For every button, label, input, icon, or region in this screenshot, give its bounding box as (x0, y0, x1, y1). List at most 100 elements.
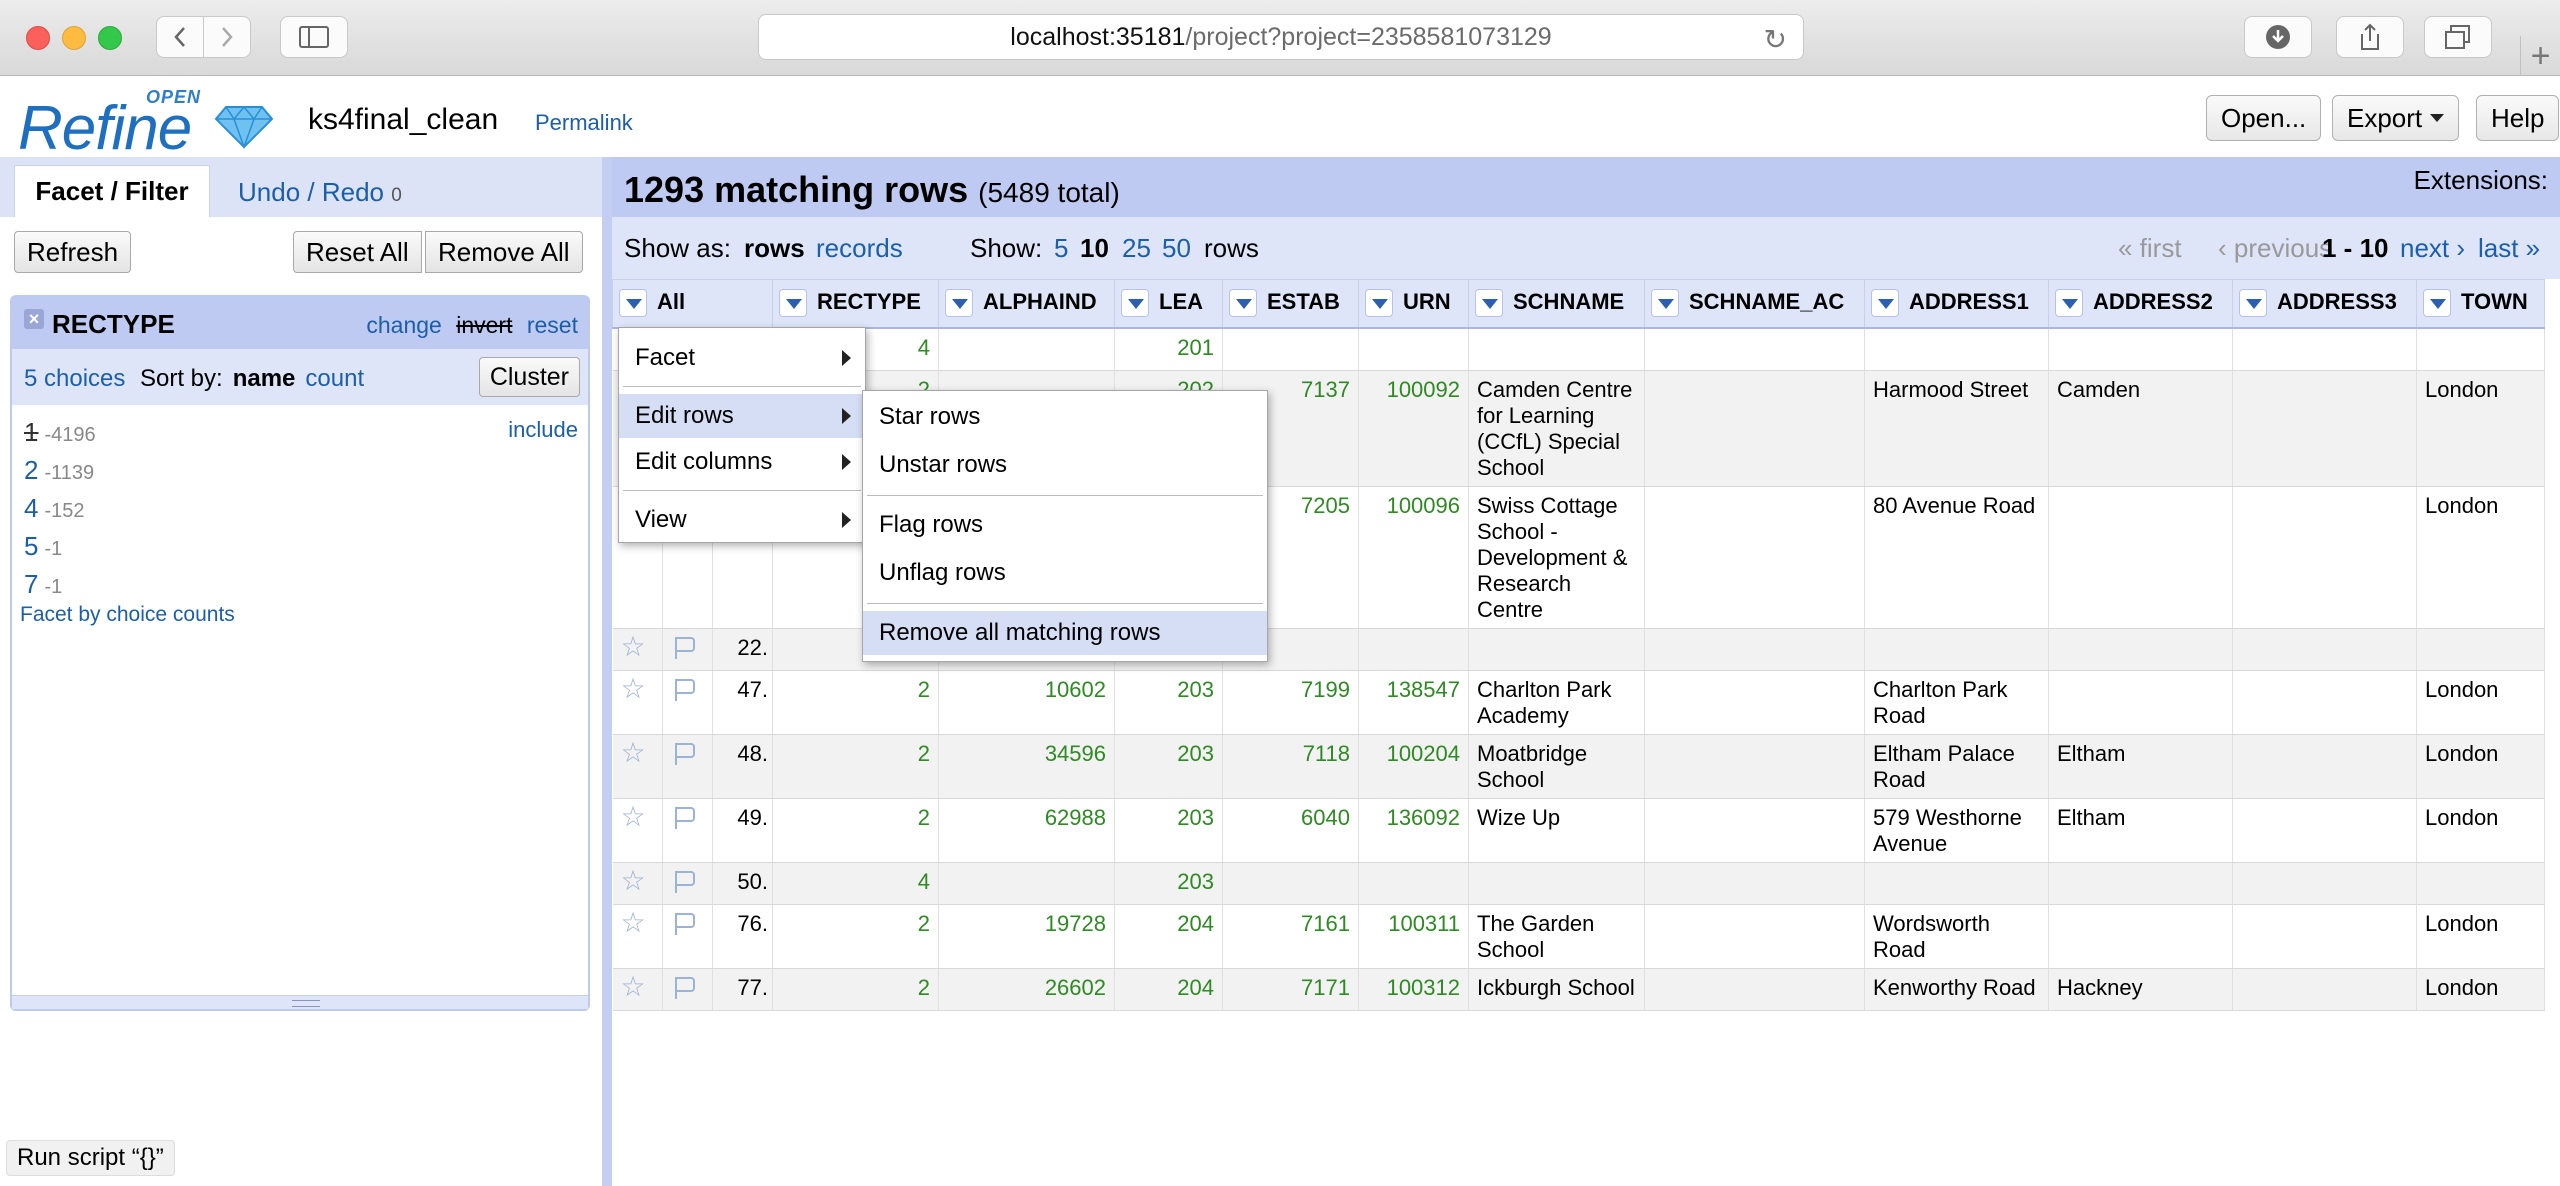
facet-choice-5[interactable]: 5 -1 (24, 531, 62, 562)
cell-estab[interactable]: 6040 (1222, 798, 1359, 863)
facet-choice-4[interactable]: 4 -152 (24, 493, 85, 524)
cell-address1[interactable]: Eltham Palace Road (1864, 734, 2049, 799)
page-size-50[interactable]: 50 (1162, 233, 1191, 264)
flag-icon[interactable] (671, 805, 699, 829)
cell-estab[interactable] (1222, 862, 1359, 905)
page-size-5[interactable]: 5 (1054, 233, 1068, 264)
cell-estab[interactable]: 7118 (1222, 734, 1359, 799)
cell-address3[interactable] (2232, 327, 2417, 371)
column-header-town[interactable]: TOWN (2416, 279, 2545, 329)
cell-town[interactable] (2416, 628, 2545, 671)
dropdown-icon[interactable] (2239, 289, 2267, 318)
mode-rows[interactable]: rows (744, 233, 805, 264)
dropdown-icon[interactable] (619, 289, 647, 318)
close-window-button[interactable] (26, 26, 50, 50)
cell-urn[interactable] (1358, 862, 1469, 905)
cell-urn[interactable]: 100311 (1358, 904, 1469, 969)
cell-town[interactable]: London (2416, 370, 2545, 487)
cell-address1[interactable]: Wordsworth Road (1864, 904, 2049, 969)
column-header-urn[interactable]: URN (1358, 279, 1469, 329)
column-header-schname[interactable]: SCHNAME (1468, 279, 1645, 329)
facet-choice-2[interactable]: 2 -1139 (24, 455, 94, 486)
cell-rectype[interactable]: 2 (772, 734, 939, 799)
cell-schname[interactable]: Charlton Park Academy (1468, 670, 1645, 735)
panel-divider[interactable] (602, 157, 612, 1186)
cell-schname-ac[interactable] (1644, 670, 1865, 735)
star-icon[interactable]: ☆ (621, 801, 646, 832)
menu-item-unflag-rows[interactable]: Unflag rows (863, 551, 1267, 595)
page-size-10[interactable]: 10 (1080, 233, 1109, 264)
address-bar[interactable]: localhost:35181/project?project=23585810… (758, 14, 1804, 60)
include-link[interactable]: include (508, 417, 578, 443)
column-header-address3[interactable]: ADDRESS3 (2232, 279, 2417, 329)
page-size-25[interactable]: 25 (1122, 233, 1151, 264)
cell-address3[interactable] (2232, 798, 2417, 863)
flag-icon[interactable] (671, 911, 699, 935)
cell-address2[interactable] (2048, 670, 2233, 735)
cell-town[interactable] (2416, 327, 2545, 371)
dropdown-icon[interactable] (1871, 289, 1899, 318)
cell-schname[interactable] (1468, 862, 1645, 905)
column-header-schname-ac[interactable]: SCHNAME_AC (1644, 279, 1865, 329)
flag-icon[interactable] (671, 975, 699, 999)
cell-schname-ac[interactable] (1644, 486, 1865, 629)
reload-icon[interactable]: ↻ (1764, 23, 1787, 56)
cell-address1[interactable]: 579 Westhorne Avenue (1864, 798, 2049, 863)
cell-schname-ac[interactable] (1644, 968, 1865, 1011)
cell-town[interactable]: London (2416, 670, 2545, 735)
column-header-all[interactable]: All (612, 279, 773, 329)
remove-all-button[interactable]: Remove All (425, 231, 583, 273)
cell-address3[interactable] (2232, 486, 2417, 629)
facet-by-choice-counts-link[interactable]: Facet by choice counts (20, 603, 235, 627)
cell-address3[interactable] (2232, 628, 2417, 671)
cell-estab[interactable]: 7199 (1222, 670, 1359, 735)
cell-lea[interactable]: 203 (1114, 734, 1223, 799)
dropdown-icon[interactable] (1365, 289, 1393, 318)
menu-item-facet[interactable]: Facet (619, 336, 865, 380)
cell-address1[interactable]: Charlton Park Road (1864, 670, 2049, 735)
cell-schname[interactable] (1468, 628, 1645, 671)
reset-all-button[interactable]: Reset All (293, 231, 422, 273)
menu-item-flag-rows[interactable]: Flag rows (863, 503, 1267, 547)
choices-count[interactable]: 5 choices (24, 365, 125, 393)
tab-facet-filter[interactable]: Facet / Filter (14, 165, 210, 217)
flag-icon[interactable] (671, 677, 699, 701)
cell-rectype[interactable]: 2 (772, 798, 939, 863)
cell-alphaind[interactable]: 26602 (938, 968, 1115, 1011)
cell-address2[interactable] (2048, 486, 2233, 629)
facet-choice-7[interactable]: 7 -1 (24, 569, 62, 600)
cell-urn[interactable]: 100204 (1358, 734, 1469, 799)
cell-schname[interactable]: Swiss Cottage School - Development & Res… (1468, 486, 1645, 629)
flag-icon[interactable] (671, 635, 699, 659)
project-name[interactable]: ks4final_clean (308, 103, 498, 137)
cell-schname-ac[interactable] (1644, 904, 1865, 969)
facet-resize-handle[interactable] (12, 995, 588, 1009)
facet-invert-link[interactable]: invert (456, 312, 512, 338)
cell-rectype[interactable]: 2 (772, 968, 939, 1011)
menu-item-edit-rows[interactable]: Edit rows (619, 394, 865, 438)
star-icon[interactable]: ☆ (621, 737, 646, 768)
cell-address1[interactable]: Kenworthy Road (1864, 968, 2049, 1011)
cell-address3[interactable] (2232, 734, 2417, 799)
column-header-address1[interactable]: ADDRESS1 (1864, 279, 2049, 329)
cell-address2[interactable] (2048, 862, 2233, 905)
cell-urn[interactable]: 100092 (1358, 370, 1469, 487)
cell-lea[interactable]: 203 (1114, 670, 1223, 735)
cell-schname[interactable]: The Garden School (1468, 904, 1645, 969)
cell-address2[interactable]: Hackney (2048, 968, 2233, 1011)
last-page-link[interactable]: last » (2478, 233, 2540, 264)
sort-by-count[interactable]: count (305, 365, 364, 392)
column-header-lea[interactable]: LEA (1114, 279, 1223, 329)
new-tab-button[interactable]: + (2520, 36, 2560, 76)
cell-rectype[interactable]: 2 (772, 904, 939, 969)
dropdown-icon[interactable] (2423, 289, 2451, 318)
cell-rectype[interactable]: 4 (772, 862, 939, 905)
cell-lea[interactable]: 203 (1114, 862, 1223, 905)
cell-lea[interactable]: 204 (1114, 904, 1223, 969)
cell-urn[interactable]: 100312 (1358, 968, 1469, 1011)
star-icon[interactable]: ☆ (621, 907, 646, 938)
downloads-button[interactable] (2244, 16, 2312, 58)
cell-address1[interactable] (1864, 327, 2049, 371)
dropdown-icon[interactable] (2055, 289, 2083, 318)
share-button[interactable] (2336, 16, 2404, 58)
